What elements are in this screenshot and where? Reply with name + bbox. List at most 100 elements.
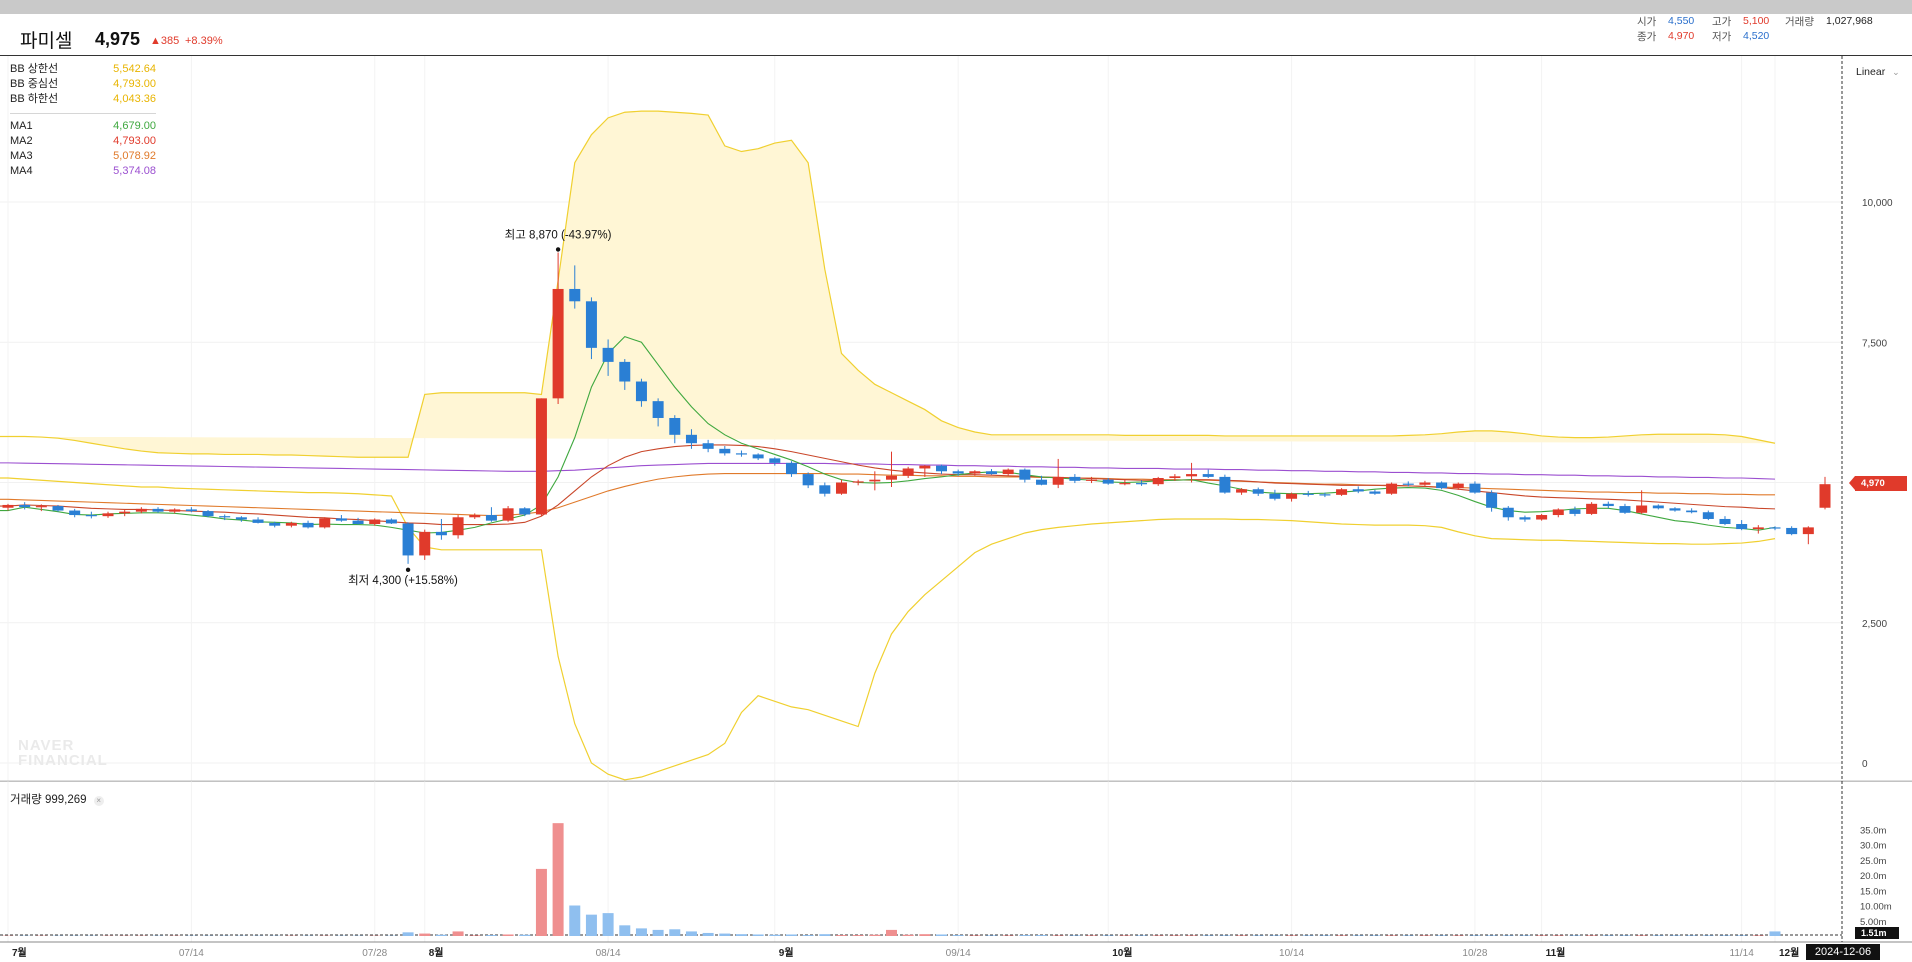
volume-bar <box>1486 935 1498 936</box>
candle-body <box>335 518 347 521</box>
volume-bar <box>485 935 497 936</box>
candle-body <box>35 506 47 508</box>
volume-bar <box>1052 935 1064 936</box>
candle-body <box>619 361 631 382</box>
candle-body <box>1336 489 1348 495</box>
candle-body <box>519 508 531 515</box>
price-tick-label: 0 <box>1862 759 1868 770</box>
chart-app: 파미셀 4,975 ▲385 +8.39% 시가 4,550 고가 5,100 … <box>0 0 1912 962</box>
candle-body <box>1702 512 1714 519</box>
candle-body <box>385 519 397 524</box>
candle-body <box>135 508 147 512</box>
candle-body <box>1002 469 1014 475</box>
candle-body <box>1736 524 1748 530</box>
candle-body <box>986 471 998 475</box>
volume-bar <box>1702 935 1714 936</box>
legend-ma2: MA2 4,793.00 <box>10 134 156 149</box>
candle-body <box>1486 492 1498 508</box>
candle-body <box>1236 489 1248 493</box>
volume-bar <box>769 934 781 936</box>
volume-bar <box>1286 935 1298 936</box>
time-tick-label: 9월 <box>779 947 794 959</box>
volume-bar <box>402 932 414 936</box>
candle-body <box>952 471 964 474</box>
candle-body <box>1552 509 1564 516</box>
volume-bar <box>1536 935 1548 936</box>
candle-body <box>1536 515 1548 520</box>
candle-body <box>635 381 647 402</box>
close-icon[interactable]: × <box>93 796 104 806</box>
volume-bar <box>435 934 447 936</box>
legend-name: BB 상한선 <box>10 63 59 75</box>
indicator-legend: BB 상한선 5,542.64 BB 중심선 4,793.00 BB 하한선 4,04… <box>10 62 156 179</box>
candle-body <box>1519 517 1531 520</box>
candle-body <box>1619 506 1631 513</box>
volume-bar <box>1336 935 1348 936</box>
scale-mode-label: Linear <box>1856 66 1886 78</box>
volume-bar <box>952 935 964 936</box>
volume-bar <box>852 935 864 936</box>
legend-divider <box>10 113 156 114</box>
volume-bar <box>986 935 998 936</box>
legend-bb-upper: BB 상한선 5,542.64 <box>10 62 156 77</box>
volume-bar <box>1469 935 1481 936</box>
price-chart[interactable]: 02,5005,0007,50010,0005.00m10.00m15.0m20… <box>0 0 1912 962</box>
volume-bar <box>1302 935 1314 936</box>
candle-body <box>402 523 414 556</box>
candle-body <box>1819 484 1831 508</box>
candle-body <box>585 301 597 348</box>
volume-bar <box>1369 935 1381 936</box>
candle-body <box>152 508 164 512</box>
volume-bar <box>1586 935 1598 936</box>
candle-body <box>1219 476 1231 493</box>
legend-ma4: MA4 5,374.08 <box>10 164 156 179</box>
candle-body <box>502 508 514 521</box>
volume-bar <box>1319 935 1331 936</box>
candle-body <box>202 511 214 517</box>
candle-body <box>936 465 948 472</box>
volume-bar <box>585 914 597 936</box>
chevron-down-icon: ⌄ <box>1892 67 1900 77</box>
volume-bar <box>969 935 981 936</box>
naver-financial-watermark: NAVER FINANCIAL <box>18 738 108 768</box>
legend-value: 4,793.00 <box>113 78 156 90</box>
volume-bar <box>1069 935 1081 936</box>
candle-body <box>1652 505 1664 509</box>
volume-bar <box>1436 935 1448 936</box>
legend-value: 5,374.08 <box>113 165 156 177</box>
candle-body <box>302 522 314 528</box>
legend-name: MA1 <box>10 120 33 132</box>
time-tick-label: 8월 <box>429 947 444 959</box>
volume-tick-label: 25.0m <box>1860 856 1886 867</box>
candle-body <box>102 513 114 517</box>
volume-panel-value: 999,269 <box>44 794 87 806</box>
candle-body <box>1586 503 1598 514</box>
candle-body <box>1169 476 1181 479</box>
watermark-line1: NAVER <box>18 737 75 754</box>
volume-bar <box>519 934 531 936</box>
volume-bar <box>1252 935 1264 936</box>
candle-body <box>1136 483 1148 485</box>
candle-body <box>652 401 664 418</box>
candle-body <box>285 522 297 526</box>
legend-bb-middle: BB 중심선 4,793.00 <box>10 77 156 92</box>
volume-bar <box>1036 935 1048 936</box>
volume-bar <box>1636 935 1648 936</box>
candle-body <box>552 288 564 399</box>
volume-bar <box>1269 935 1281 936</box>
candle-body <box>169 509 181 512</box>
volume-bar <box>669 929 681 936</box>
candle-body <box>835 482 847 494</box>
candle-body <box>1719 518 1731 525</box>
candle-body <box>1186 474 1198 477</box>
volume-bar <box>419 933 431 936</box>
time-tick-label: 11/14 <box>1730 948 1755 959</box>
candle-body <box>919 465 931 469</box>
candle-body <box>752 454 764 459</box>
candle-body <box>1102 479 1114 484</box>
scale-mode-dropdown[interactable]: Linear ⌄ <box>1856 66 1900 78</box>
volume-bar <box>936 934 948 936</box>
legend-value: 5,542.64 <box>113 63 156 75</box>
volume-panel-label: 거래량 <box>10 794 42 806</box>
volume-bar <box>1402 935 1414 936</box>
